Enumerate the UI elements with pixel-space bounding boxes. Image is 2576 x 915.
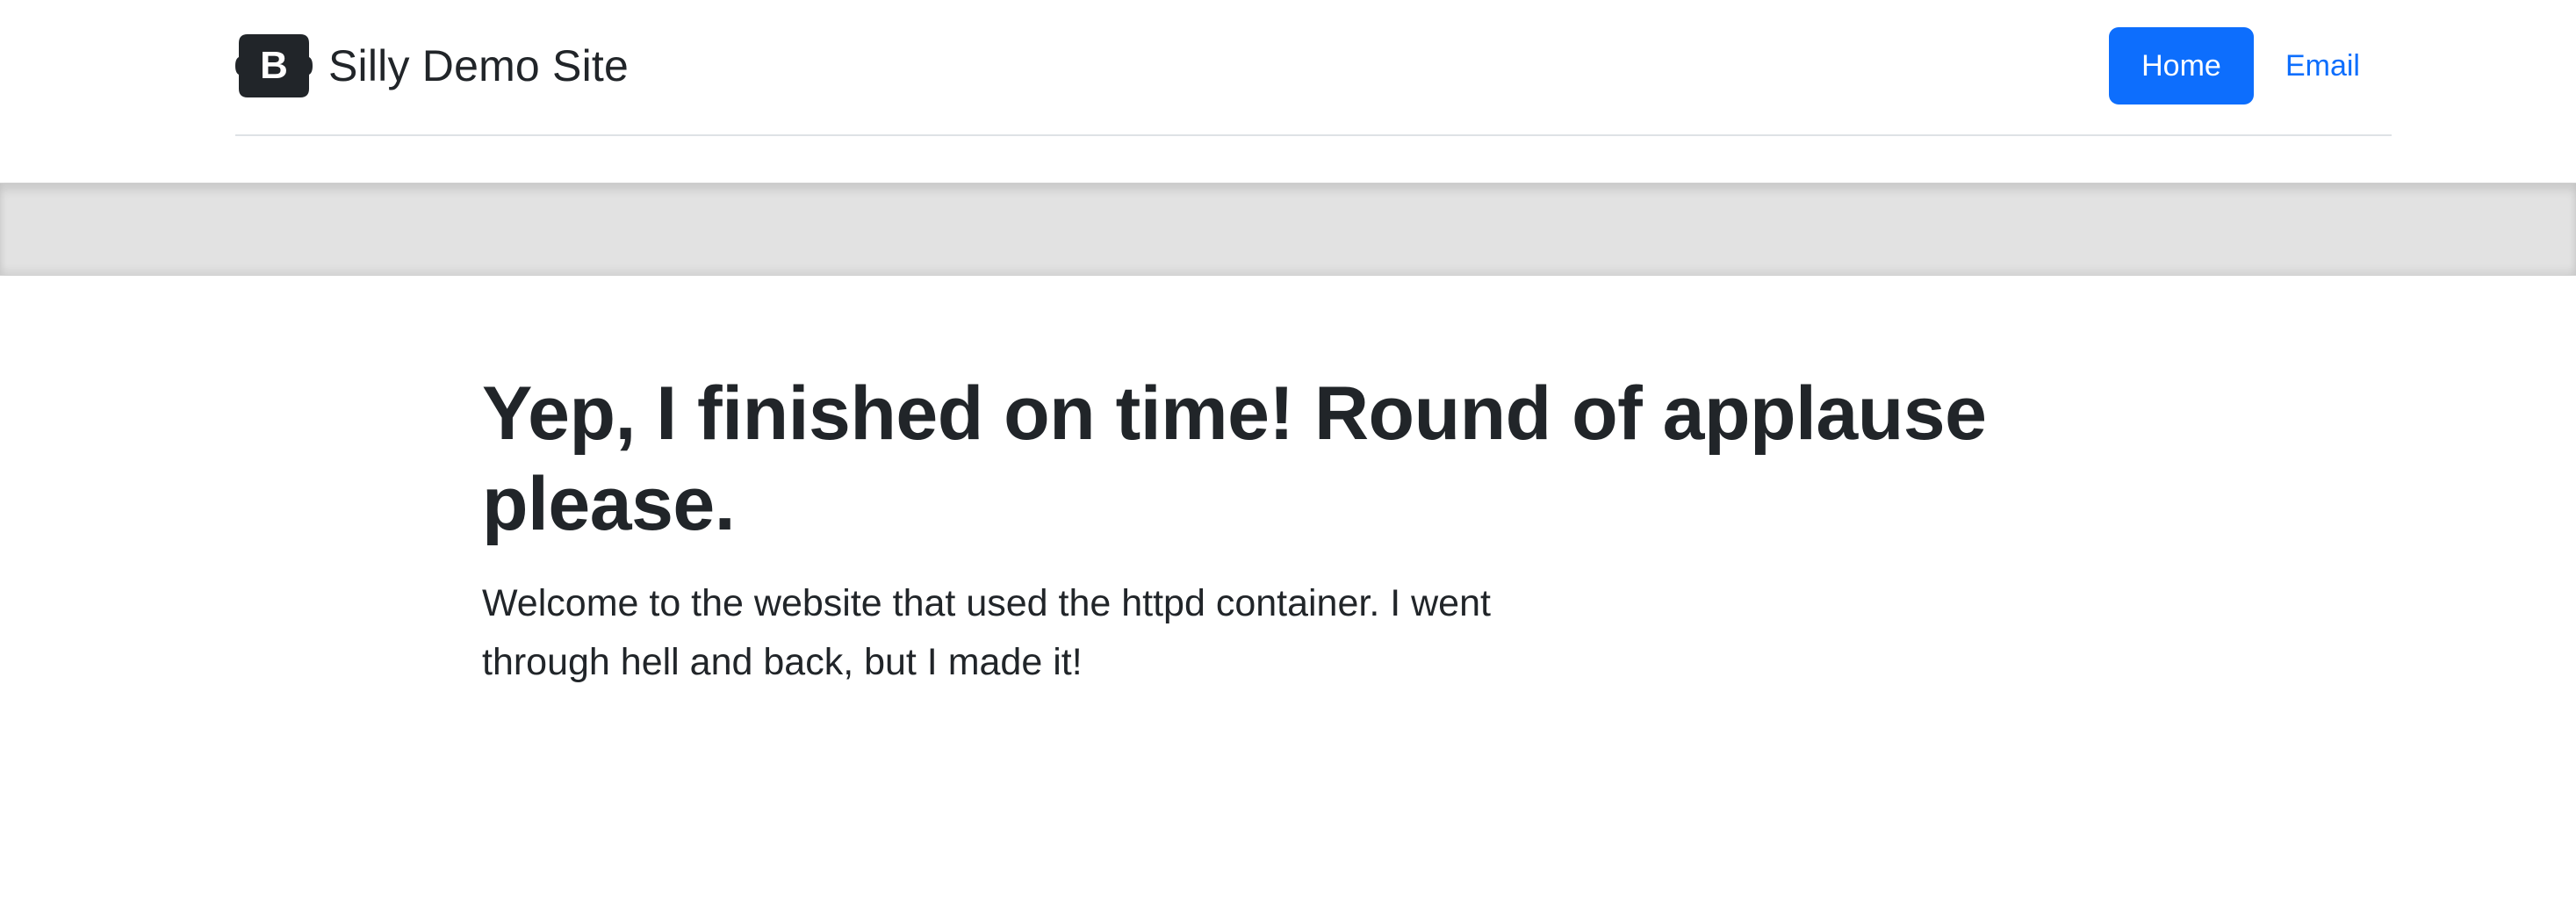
hero-lead-text: Welcome to the website that used the htt… <box>482 582 1491 684</box>
divider-band <box>0 183 2576 276</box>
brand-link[interactable]: B Silly Demo Site <box>235 33 629 98</box>
brand-name: Silly Demo Site <box>328 41 629 90</box>
site-header: B Silly Demo Site Home Email <box>0 0 2576 184</box>
page-title: Yep, I finished on time! Round of applau… <box>482 371 1987 547</box>
page: B Silly Demo Site Home Email Yep, I fini… <box>0 0 2576 915</box>
nav-item-email[interactable]: Email <box>2254 27 2392 104</box>
bootstrap-logo-icon: B <box>235 34 313 97</box>
header-container: B Silly Demo Site Home Email <box>235 0 2392 136</box>
main-nav: Home Email <box>2108 27 2392 104</box>
nav-item-home[interactable]: Home <box>2108 27 2254 104</box>
logo-letter: B <box>260 44 288 87</box>
hero-section: Yep, I finished on time! Round of applau… <box>482 369 2150 692</box>
